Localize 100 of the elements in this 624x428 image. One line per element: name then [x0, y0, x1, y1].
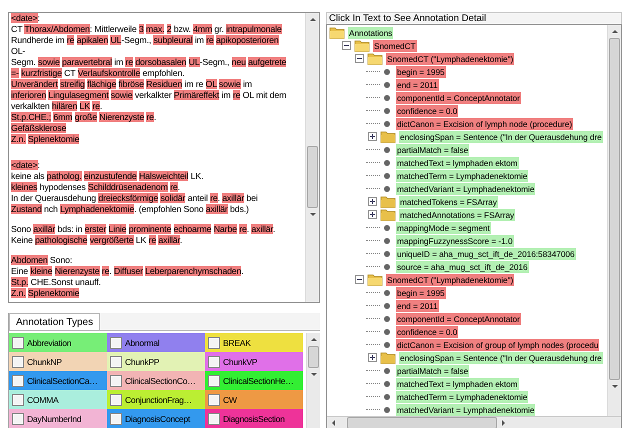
annotation-type-item[interactable]: Abnormal	[107, 333, 205, 352]
checkbox[interactable]	[12, 336, 24, 348]
annotated-text[interactable]: Nierenzyste	[99, 112, 144, 122]
annotated-text[interactable]: re	[102, 266, 110, 276]
checkbox[interactable]	[208, 356, 220, 368]
annotated-text[interactable]: Schilddrüsenadenom	[88, 182, 168, 192]
annotated-text[interactable]: re	[66, 35, 74, 45]
annotation-type-item[interactable]: ClinicalSectionCo…	[107, 371, 205, 390]
collapse-toggle-icon[interactable]	[342, 41, 351, 50]
annotation-type-item[interactable]: COMMA	[9, 390, 107, 409]
annotation-type-item[interactable]: CW	[205, 390, 303, 409]
annotated-text[interactable]: sowie	[38, 57, 60, 67]
tree-item[interactable]: matchedAnnotations = FSArray	[399, 208, 516, 220]
annotated-text[interactable]: Zustand	[11, 204, 42, 214]
tree-item[interactable]: uniqueID = aha_mug_sct_ift_de_2016:58347006	[396, 248, 576, 260]
tree-item[interactable]: end = 2011	[396, 300, 439, 312]
annotated-text[interactable]: re	[148, 235, 156, 245]
annotated-text[interactable]: Abdomen	[11, 255, 48, 265]
annotated-text[interactable]: dorsobasalen	[135, 57, 186, 67]
annotation-type-item[interactable]: ChunkPP	[107, 352, 205, 371]
annotated-text[interactable]: OL	[206, 79, 217, 89]
tree-item[interactable]: partialMatch = false	[396, 364, 470, 376]
annotated-text[interactable]: paravertebral	[62, 57, 112, 67]
annotated-text[interactable]: Unverändert	[11, 79, 58, 89]
annotated-text[interactable]: axillär	[158, 235, 180, 245]
annotated-text[interactable]: subpleural	[153, 35, 193, 45]
annotated-text[interactable]: Splenektomie	[28, 134, 80, 144]
tree-item[interactable]: componentId = ConceptAnnotator	[396, 92, 521, 104]
tree-item[interactable]: matchedText = lymphaden ektom	[396, 378, 519, 390]
tree-item[interactable]: end = 2011	[396, 78, 439, 90]
checkbox[interactable]	[208, 374, 220, 386]
annotation-type-item[interactable]: ClinicalSectionHe…	[205, 371, 303, 390]
tree-item[interactable]: Annotations	[348, 26, 394, 38]
tree-item[interactable]: matchedTerm = Lymphadenektomie	[396, 170, 528, 182]
annotated-text[interactable]: echoarme	[174, 224, 212, 234]
annotated-text[interactable]: apikoposterioren	[216, 35, 279, 45]
annotated-text[interactable]: einzustufende	[84, 171, 137, 181]
tree-item[interactable]: componentId = ConceptAnnotator	[396, 312, 521, 324]
annotation-type-item[interactable]: ChunkVP	[205, 352, 303, 371]
expand-toggle-icon[interactable]	[368, 353, 377, 362]
annotated-text[interactable]: re	[232, 90, 240, 100]
tree-item[interactable]: matchedTerm = Lymphadenektomie	[396, 390, 528, 402]
annotation-type-item[interactable]: ChunkNP	[9, 352, 107, 371]
annotated-text[interactable]: hilären	[52, 101, 78, 111]
tree-item[interactable]: SnomedCT ("Lymphadenektomie")	[386, 274, 514, 286]
annotated-text[interactable]: sowie	[218, 79, 241, 89]
annotated-text[interactable]: axillär	[222, 193, 244, 203]
collapse-toggle-icon[interactable]	[355, 275, 364, 284]
annotated-text[interactable]: Halsweichteil	[138, 171, 188, 181]
annotated-text[interactable]: flächige	[87, 79, 116, 89]
tree-item[interactable]: enclosingSpan = Sentence ("In der Querausdehung dre	[399, 130, 603, 142]
tree-item[interactable]: matchedTokens = FSArray	[399, 196, 498, 208]
tree-item[interactable]: partialMatch = false	[396, 144, 470, 156]
checkbox[interactable]	[12, 412, 24, 424]
annotated-text[interactable]: inferioren	[11, 90, 46, 100]
annotated-text[interactable]: UL	[110, 35, 122, 45]
annotated-text[interactable]: Verlaufskontrolle	[78, 68, 140, 78]
checkbox[interactable]	[110, 336, 122, 348]
annotated-text[interactable]: Gefäßsklerose	[11, 123, 66, 133]
annotated-text[interactable]: pathologische	[35, 235, 88, 245]
annotated-text[interactable]: Diffuser	[114, 266, 143, 276]
annotated-text[interactable]: axillär	[206, 204, 228, 214]
annotated-text[interactable]: Primäreffekt	[174, 90, 220, 100]
annotated-text[interactable]: re	[92, 101, 100, 111]
annotated-text[interactable]: erster	[84, 224, 106, 234]
annotated-text[interactable]: Nierenzyste	[54, 266, 100, 276]
annotated-text[interactable]: <date>	[11, 160, 38, 170]
annotated-text[interactable]: axillär	[251, 224, 273, 234]
annotated-text[interactable]: aufgetrete	[248, 57, 286, 67]
annotated-text[interactable]: intrapulmonale	[226, 24, 282, 34]
annotated-text[interactable]: Residuen	[146, 79, 182, 89]
annotation-type-item[interactable]: ClinicalSectionCa…	[9, 371, 107, 390]
tree-item[interactable]: matchedVariant = Lymphadenektomie	[396, 404, 536, 416]
annotated-text[interactable]: re	[210, 193, 218, 203]
annotated-text[interactable]: UL	[188, 57, 200, 67]
tree-item[interactable]: confidence = 0.0	[396, 104, 458, 116]
annotated-text[interactable]: kleines	[11, 182, 38, 192]
annotated-text[interactable]: Lymphadenektomie	[60, 204, 134, 214]
annotated-text[interactable]: 3	[138, 24, 144, 34]
annotated-text[interactable]: patholog.	[46, 171, 82, 181]
annotation-type-item[interactable]: Abbreviation	[9, 333, 107, 352]
expand-toggle-icon[interactable]	[368, 210, 377, 219]
tree-item[interactable]: dictCanon = Excision of group of lymph nodes (procedu	[396, 338, 600, 350]
annotated-text[interactable]: re	[239, 224, 247, 234]
tree-item[interactable]: SnomedCT ("Lymphadenektomie")	[386, 52, 514, 64]
annotated-text[interactable]: axillär	[33, 224, 56, 234]
annotated-text[interactable]: neu	[232, 57, 246, 67]
vertical-scrollbar[interactable]	[306, 333, 320, 428]
tree-item[interactable]: SnomedCT	[373, 40, 417, 52]
annotated-text[interactable]: Linie	[108, 224, 126, 234]
tree-item[interactable]: enclosingSpan = Sentence ("In der Querausdehung dre	[399, 352, 603, 364]
expand-toggle-icon[interactable]	[368, 197, 377, 206]
annotated-text[interactable]: Narbe	[214, 224, 237, 234]
annotated-text[interactable]: große	[74, 112, 97, 122]
annotated-text[interactable]: kleine	[30, 266, 52, 276]
tree-item[interactable]: mappingFuzzynessScore = -1.0	[396, 234, 514, 246]
annotated-text[interactable]: dreiecksförmige	[98, 193, 158, 203]
expand-toggle-icon[interactable]	[368, 132, 377, 141]
annotated-text[interactable]: re	[206, 35, 214, 45]
tree-item[interactable]: dictCanon = Excision of lymph node (procedure)	[396, 118, 574, 130]
